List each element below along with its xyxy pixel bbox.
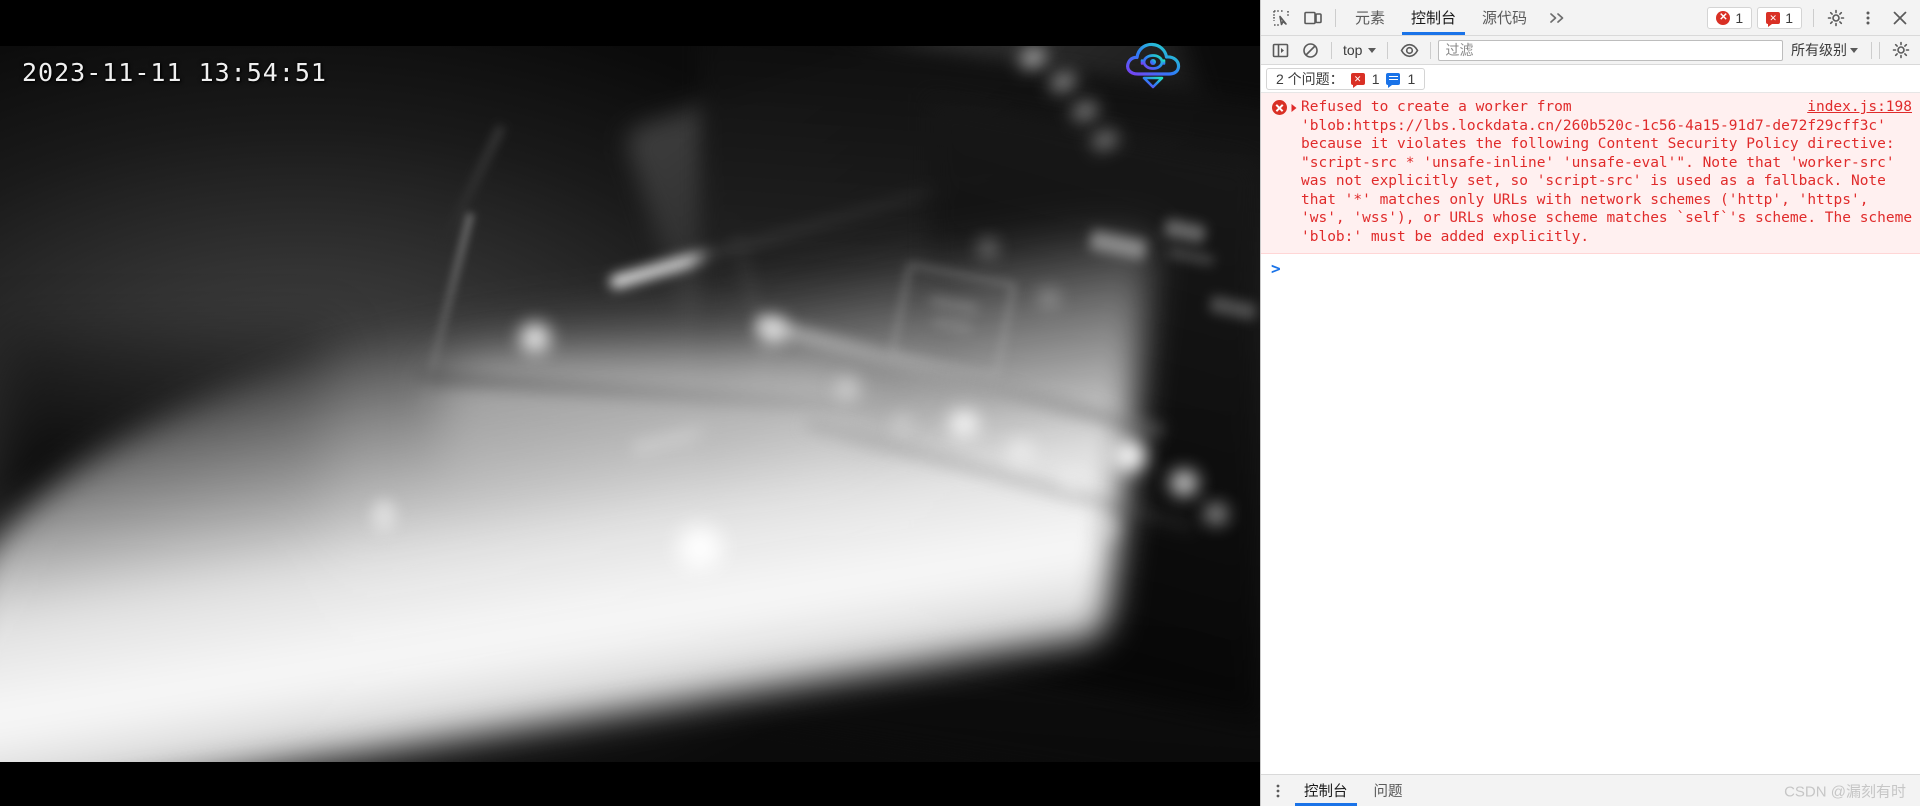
inspect-element-icon[interactable] [1265,0,1297,35]
video-frame[interactable]: 2023-11-11 13:54:51 [0,0,1260,762]
kebab-menu-icon[interactable] [1265,775,1291,806]
issues-summary-button[interactable]: 2 个问题： ✕ 1 1 [1266,67,1426,90]
issue-count-label: 1 [1785,9,1793,26]
scene-light-blob [836,378,858,400]
gear-icon[interactable] [1820,0,1852,35]
console-error-text: Refused to create a worker from 'blob:ht… [1301,99,1920,245]
console-prompt-caret: > [1271,259,1281,278]
issues-label: 2 个问题： [1276,70,1344,87]
console-sidebar-icon[interactable] [1266,38,1294,62]
scene-light-blob [1112,440,1146,472]
issues-error-count: 1 [1371,70,1380,87]
video-letterbox [0,0,1260,46]
scene-light-blob [980,240,996,256]
live-expression-eye-icon[interactable] [1395,38,1423,62]
scene-light-blob [893,415,911,433]
issue-message-icon: ✕ [1766,11,1781,27]
chevron-down-icon [1368,47,1377,53]
execution-context-select[interactable]: top [1339,42,1380,58]
scene-light-blob [949,410,979,438]
kebab-menu-icon[interactable] [1852,0,1884,35]
triangle-right-icon[interactable] [1289,102,1301,114]
error-count-label: 1 [1735,9,1744,26]
console-error-message[interactable]: Refused to create a worker from 'blob:ht… [1261,93,1920,254]
console-toolbar: top 所有级别 [1261,36,1920,65]
console-prompt-row[interactable]: > [1261,254,1920,284]
console-toolbar-divider [1430,41,1432,59]
devtools-toolbar: 元素 控制台 源代码 ✕ 1 ✕ 1 [1261,0,1920,36]
scene-light-blob [678,526,722,570]
error-count-badge[interactable]: ✕ 1 [1707,6,1753,29]
scene-light-blob [1170,470,1198,496]
scene-light-blob [760,316,786,344]
scene-light-blob [372,500,396,534]
scene-light-blob [1060,470,1084,492]
console-toolbar-divider [1871,41,1872,59]
close-icon[interactable] [1884,0,1916,35]
video-timestamp: 2023-11-11 13:54:51 [22,58,327,87]
issue-count-badge[interactable]: ✕ 1 [1757,6,1802,29]
drawer-tabbar: 控制台 问题 CSDN @漏刻有时 [1261,774,1920,806]
console-error-source-link[interactable]: index.js:198 [1807,98,1912,117]
console-toolbar-divider [1331,41,1332,59]
error-circle-icon: ✕ [1716,10,1731,25]
console-toolbar-divider [1387,41,1389,59]
tab-console-label: 控制台 [1411,10,1457,27]
drawer-tab-console[interactable]: 控制台 [1291,775,1361,806]
error-circle-icon [1269,100,1289,115]
chevron-double-right-icon[interactable] [1540,0,1575,35]
console-filter-input[interactable] [1438,39,1783,61]
tab-sources[interactable]: 源代码 [1469,0,1540,35]
cloud-camera-icon [1122,40,1184,92]
console-settings-gear-icon[interactable] [1887,38,1915,62]
chevron-down-icon [1850,47,1858,53]
toolbar-divider [1335,8,1336,27]
issues-bar: 2 个问题： ✕ 1 1 [1261,65,1920,93]
tab-elements[interactable]: 元素 [1342,0,1398,35]
drawer-tab-issues-label: 问题 [1373,784,1403,800]
error-square-icon: ✕ [1350,72,1365,88]
csdn-watermark: CSDN @漏刻有时 [1784,783,1906,800]
scene-light-blob [1205,504,1227,524]
scene-light-blob [520,323,550,353]
video-pane[interactable]: 2023-11-11 13:54:51 [0,0,1260,806]
tab-elements-label: 元素 [1355,10,1386,27]
scene-light-blob [1008,440,1034,464]
console-toolbar-divider [1879,41,1880,59]
video-scene [0,0,1260,762]
clear-console-icon[interactable] [1296,38,1324,62]
devtools-window: 2023-11-11 13:54:51 元素 控制台 源代码 ✕ 1 ✕ 1 t… [0,0,1920,806]
toolbar-divider [1813,8,1814,27]
tab-sources-label: 源代码 [1482,10,1528,27]
device-toolbar-icon[interactable] [1297,0,1329,35]
console-message-list[interactable]: Refused to create a worker from 'blob:ht… [1261,93,1920,774]
scene-light-blob [1096,520,1116,538]
drawer-tab-issues[interactable]: 问题 [1361,775,1416,806]
devtools-panel: 元素 控制台 源代码 ✕ 1 ✕ 1 top 过滤 所有级别 2 个问题： ✕ … [1260,0,1920,806]
log-level-select[interactable]: 所有级别 [1785,40,1864,60]
scene-light-blob [1040,290,1058,306]
execution-context-value: top [1343,42,1363,58]
issues-info-count: 1 [1407,70,1416,87]
tab-console[interactable]: 控制台 [1398,0,1469,35]
drawer-tab-console-label: 控制台 [1304,784,1348,800]
log-level-label: 所有级别 [1791,42,1847,58]
info-square-icon [1386,72,1401,88]
